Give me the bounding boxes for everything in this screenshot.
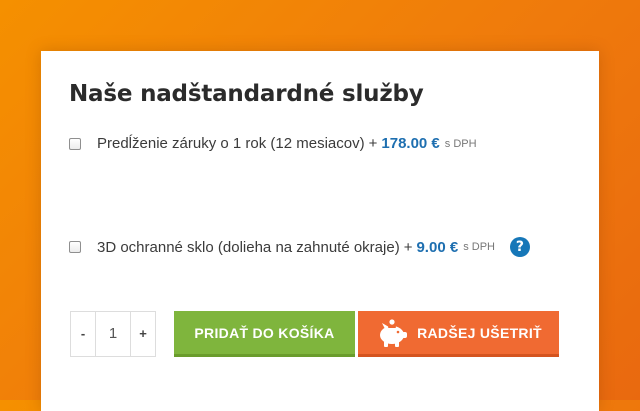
save-button[interactable]: RADŠEJ UŠETRIŤ bbox=[358, 311, 559, 357]
save-label: RADŠEJ UŠETRIŤ bbox=[417, 324, 542, 341]
decrement-button[interactable]: - bbox=[71, 312, 95, 356]
piggy-bank-icon bbox=[380, 318, 408, 347]
glass-plus: + bbox=[403, 238, 413, 256]
glass-vat-note: s DPH bbox=[463, 241, 495, 253]
quantity-stepper: - 1 + bbox=[70, 311, 156, 357]
add-to-cart-button[interactable]: PRIDAŤ DO KOŠÍKA bbox=[174, 311, 355, 357]
warranty-label: Predĺženie záruky o 1 rok (12 mesiacov) bbox=[97, 135, 365, 152]
services-title: Naše nadštandardné služby bbox=[69, 81, 424, 107]
warranty-checkbox[interactable] bbox=[69, 137, 81, 150]
add-to-cart-label: PRIDAŤ DO KOŠÍKA bbox=[194, 324, 335, 341]
service-option-warranty[interactable]: Predĺženie záruky o 1 rok (12 mesiacov) … bbox=[69, 135, 477, 152]
warranty-plus: + bbox=[368, 135, 378, 152]
help-icon[interactable]: ? bbox=[509, 237, 530, 257]
increment-button[interactable]: + bbox=[131, 312, 155, 356]
warranty-price: 178.00 € bbox=[381, 135, 440, 152]
quantity-input[interactable]: 1 bbox=[95, 312, 131, 356]
glass-label: 3D ochranné sklo (dolieha na zahnuté okr… bbox=[97, 238, 400, 256]
services-card: Naše nadštandardné služby Predĺženie zár… bbox=[41, 51, 599, 411]
service-option-glass[interactable]: 3D ochranné sklo (dolieha na zahnuté okr… bbox=[69, 237, 530, 257]
glass-checkbox[interactable] bbox=[69, 241, 81, 253]
glass-price: 9.00 € bbox=[416, 238, 459, 256]
warranty-vat-note: s DPH bbox=[444, 137, 477, 150]
